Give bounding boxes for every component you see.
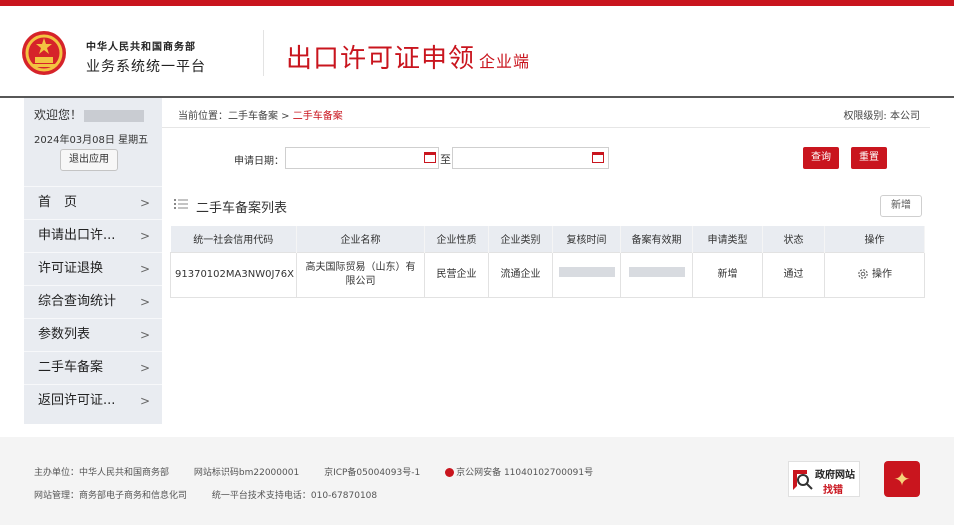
logout-button[interactable]: 退出应用 [60, 149, 118, 171]
end-date-input[interactable] [452, 147, 609, 169]
company-name-cell: 高夫国际贸易（山东）有限公司 [296, 251, 425, 298]
sidebar-item-label: 首 页 [38, 195, 78, 210]
table-header-row: 统一社会信用代码 企业名称 企业性质 企业类别 复核时间 备案有效期 申请类型 … [170, 226, 925, 252]
date-range-to-label: 至 [440, 153, 451, 166]
site-footer: 主办单位：中华人民共和国商务部 网站标识码bm22000001 京ICP备050… [0, 437, 954, 525]
calendar-icon[interactable] [592, 152, 604, 163]
app-title-sub: 企业端 [479, 52, 531, 71]
add-button[interactable]: 新增 [880, 195, 922, 217]
sidebar-item-home[interactable]: 首 页 > [24, 186, 162, 219]
sidebar-item-label: 申请出口许... [38, 228, 116, 243]
chevron-right-icon: > [139, 295, 150, 309]
column-header: 复核时间 [552, 226, 621, 252]
sidebar-item-parameters[interactable]: 参数列表 > [24, 318, 162, 351]
current-date: 2024年03月08日 星期五 [34, 135, 149, 146]
sidebar-item-license-return[interactable]: 许可证退换 > [24, 252, 162, 285]
chevron-right-icon: > [139, 394, 150, 408]
breadcrumb: 当前位置：二手车备案 > 二手车备案 [178, 107, 343, 122]
redacted-validity [628, 267, 685, 277]
company-category-cell: 流通企业 [488, 251, 553, 298]
footer-icp[interactable]: 京ICP备05004093号-1 [324, 468, 420, 478]
gov-badge-subtitle: 找错 [823, 485, 843, 496]
credit-code-cell: 91370102MA3NW0J76X [170, 251, 297, 298]
reset-button[interactable]: 重置 [851, 147, 887, 169]
start-date-input[interactable] [285, 147, 439, 169]
breadcrumb-separator: > [278, 111, 293, 122]
footer-manager: 网站管理：商务部电子商务和信息化司 [34, 491, 188, 501]
sidebar-item-statistics[interactable]: 综合查询统计 > [24, 285, 162, 318]
app-title: 出口许可证申领 企业端 [286, 38, 530, 75]
sidebar-item-used-car-filing[interactable]: 二手车备案 > [24, 351, 162, 384]
chevron-right-icon: > [139, 328, 150, 342]
list-title: 二手车备案列表 [196, 201, 288, 216]
footer-support: 统一平台技术支持电话：010-67870108 [211, 491, 378, 501]
sidebar-item-back-to-license[interactable]: 返回许可证... > [24, 384, 162, 417]
sidebar-item-label: 返回许可证... [38, 393, 116, 408]
table-row: 91370102MA3NW0J76X 高夫国际贸易（山东）有限公司 民营企业 流… [170, 251, 925, 298]
org-name-line2: 业务系统统一平台 [86, 59, 206, 75]
apply-type-cell: 新增 [692, 251, 763, 298]
gear-icon[interactable] [857, 268, 869, 280]
column-header: 企业性质 [424, 226, 489, 252]
footer-site-id: 网站标识码bm22000001 [193, 468, 300, 478]
column-header: 企业类别 [488, 226, 553, 252]
breadcrumb-current: 二手车备案 [292, 111, 343, 122]
footer-police-record[interactable]: 京公网安备 11040102700091号 [456, 468, 593, 478]
sidebar: 欢迎您！ 2024年03月08日 星期五 退出应用 首 页 > 申请出口许... >… [24, 98, 162, 424]
apply-date-label: 申请日期： [234, 156, 284, 167]
column-header: 统一社会信用代码 [170, 226, 297, 252]
app-title-main: 出口许可证申领 [286, 44, 476, 74]
footer-row-2: 网站管理：商务部电子商务和信息化司 统一平台技术支持电话：010-6787010… [34, 488, 399, 501]
breadcrumb-prefix: 当前位置： [178, 111, 228, 122]
calendar-icon[interactable] [424, 152, 436, 163]
filing-table: 统一社会信用代码 企业名称 企业性质 企业类别 复核时间 备案有效期 申请类型 … [170, 226, 925, 298]
company-nature-cell: 民营企业 [424, 251, 489, 298]
redacted-username [84, 109, 145, 122]
chevron-right-icon: > [139, 361, 150, 375]
query-button[interactable]: 查询 [803, 147, 839, 169]
national-emblem-icon [22, 31, 66, 75]
sidebar-menu: 首 页 > 申请出口许... > 许可证退换 > 综合查询统计 > 参数列表 > 二手车备… [24, 186, 162, 417]
breadcrumb-bar: 当前位置：二手车备案 > 二手车备案 权限级别: 本公司 [162, 98, 930, 128]
sidebar-item-label: 参数列表 [38, 327, 91, 342]
org-name-line1: 中华人民共和国商务部 [86, 42, 196, 53]
welcome-text: 欢迎您！ [34, 106, 145, 123]
welcome-label: 欢迎您！ [34, 108, 83, 122]
action-cell[interactable]: 操作 [824, 251, 925, 298]
chevron-right-icon: > [139, 229, 150, 243]
column-header: 状态 [762, 226, 825, 252]
redacted-review-time [558, 267, 615, 277]
sidebar-item-apply-export[interactable]: 申请出口许... > [24, 219, 162, 252]
search-icon [793, 470, 813, 490]
filing-validity-cell [620, 251, 693, 298]
sidebar-item-label: 综合查询统计 [38, 294, 117, 309]
party-emblem-icon[interactable]: ✦ [884, 461, 920, 497]
header-divider [263, 30, 264, 76]
gov-site-error-badge[interactable]: 政府网站 找错 [788, 461, 860, 497]
permission-level: 权限级别: 本公司 [843, 111, 920, 122]
breadcrumb-item[interactable]: 二手车备案 [228, 111, 278, 122]
sidebar-item-label: 二手车备案 [38, 360, 104, 375]
column-header: 申请类型 [692, 226, 763, 252]
operate-link[interactable]: 操作 [872, 269, 892, 280]
review-time-cell [552, 251, 621, 298]
footer-row-1: 主办单位：中华人民共和国商务部 网站标识码bm22000001 京ICP备050… [34, 465, 615, 478]
column-header: 备案有效期 [620, 226, 693, 252]
police-badge-icon [445, 468, 455, 477]
gov-badge-title: 政府网站 [815, 470, 855, 481]
chevron-right-icon: > [139, 262, 150, 276]
column-header: 操作 [824, 226, 925, 252]
site-header: 中华人民共和国商务部 业务系统统一平台 出口许可证申领 企业端 [0, 6, 954, 96]
sidebar-item-label: 许可证退换 [38, 261, 104, 276]
footer-sponsor: 主办单位：中华人民共和国商务部 [34, 468, 170, 478]
status-cell: 通过 [762, 251, 825, 298]
list-icon [174, 199, 188, 209]
column-header: 企业名称 [296, 226, 425, 252]
chevron-right-icon: > [139, 196, 150, 210]
